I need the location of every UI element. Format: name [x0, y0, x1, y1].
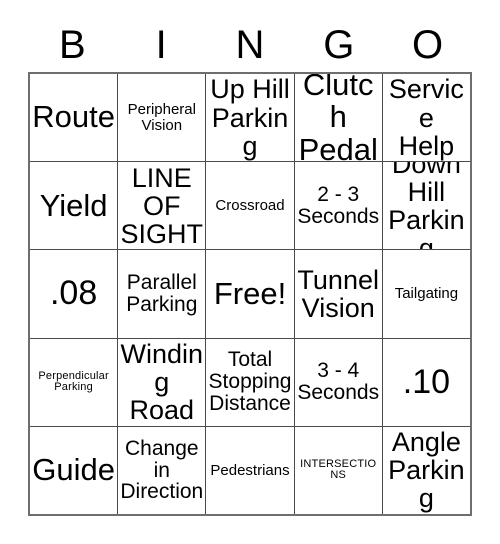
bingo-cell-label: Winding Road [120, 339, 204, 426]
bingo-card: B I N G O Route Peripheral Vision Up Hill … [0, 0, 500, 544]
bingo-cell-label: Free! [213, 275, 287, 311]
bingo-cell[interactable]: Tunnel Vision [295, 250, 383, 338]
bingo-cell[interactable]: Clutch Pedal [295, 74, 383, 162]
bingo-row: Yield LINE OF SIGHT Crossroad 2 - 3 Seconds… [30, 162, 470, 251]
bingo-row: Route Peripheral Vision Up Hill Parking Clu… [30, 74, 470, 163]
bingo-cell-label: Down Hill Parking [388, 162, 465, 250]
bingo-cell-label: Parallel Parking [126, 271, 198, 316]
bingo-cell[interactable]: Service Help [383, 74, 470, 161]
bingo-cell-label: 3 - 4 Seconds [297, 359, 380, 405]
bingo-cell-label: LINE OF SIGHT [120, 162, 204, 249]
header-letter-b: B [59, 23, 86, 67]
bingo-cell[interactable]: 2 - 3 Seconds [295, 162, 383, 250]
header-letter-i: I [155, 23, 167, 67]
bingo-cell[interactable]: .08 [30, 250, 119, 338]
bingo-cell-label: Clutch Pedal [298, 74, 378, 162]
bingo-cell-label: Pedestrians [210, 461, 290, 479]
bingo-free-space[interactable]: Free! [206, 250, 295, 338]
bingo-cell[interactable]: Perpendicular Parking [30, 338, 119, 426]
bingo-cell-label: Service Help [388, 74, 464, 161]
header-letter-o: O [412, 23, 444, 67]
bingo-cell-label: Yield [39, 187, 108, 223]
bingo-cell-label: Tunnel Vision [297, 264, 379, 323]
bingo-cell[interactable]: Guide [30, 426, 119, 515]
bingo-cell[interactable]: Down Hill Parking [383, 162, 470, 249]
bingo-cell[interactable]: Angle Parking [383, 427, 470, 514]
bingo-cell-label: Tailgating [394, 285, 459, 303]
bingo-row: Perpendicular Parking Winding Road Total S… [30, 338, 470, 427]
bingo-cell-label: Guide [32, 452, 115, 488]
bingo-cell-label: .10 [402, 362, 451, 401]
bingo-cell[interactable]: Parallel Parking [118, 250, 207, 338]
bingo-cell-label: Crossroad [215, 197, 285, 214]
bingo-cell-label: Peripheral Vision [127, 101, 196, 134]
bingo-cell[interactable]: Crossroad [206, 162, 295, 250]
bingo-cell-label: INTERSECTIONS [300, 457, 377, 482]
bingo-cell-label: 2 - 3 Seconds [297, 182, 380, 228]
bingo-row: Guide Change in Direction Pedestrians INTER… [30, 426, 470, 515]
bingo-cell[interactable]: 3 - 4 Seconds [295, 338, 383, 426]
bingo-cell-label: Change in Direction [120, 436, 204, 504]
bingo-cell-label: .08 [49, 274, 98, 313]
bingo-cell[interactable]: .10 [383, 339, 470, 426]
bingo-cell[interactable]: INTERSECTIONS [295, 426, 383, 515]
bingo-cell[interactable]: Change in Direction [118, 426, 207, 515]
bingo-cell[interactable]: Winding Road [118, 338, 207, 426]
bingo-cell[interactable]: Tailgating [383, 250, 470, 337]
bingo-cell[interactable]: Yield [30, 162, 119, 250]
bingo-cell-label: Total Stopping Distance [208, 348, 292, 416]
bingo-grid: Route Peripheral Vision Up Hill Parking Clu… [28, 72, 472, 516]
bingo-row: .08 Parallel Parking Free! Tunnel Vision Tai… [30, 250, 470, 339]
bingo-cell[interactable]: Route [30, 74, 119, 162]
bingo-cell[interactable]: LINE OF SIGHT [118, 162, 207, 250]
header-letter-g: G [323, 23, 355, 67]
bingo-cell-label: Route [32, 99, 115, 135]
bingo-cell[interactable]: Total Stopping Distance [206, 338, 295, 426]
bingo-cell-label: Angle Parking [388, 427, 465, 514]
header-letter-n: N [235, 23, 265, 67]
bingo-cell[interactable]: Up Hill Parking [206, 74, 295, 162]
bingo-cell[interactable]: Peripheral Vision [118, 74, 207, 162]
bingo-cell-label: Perpendicular Parking [38, 369, 109, 394]
bingo-cell[interactable]: Pedestrians [206, 426, 295, 515]
bingo-header: B I N G O [28, 18, 472, 72]
bingo-cell-label: Up Hill Parking [210, 74, 290, 161]
